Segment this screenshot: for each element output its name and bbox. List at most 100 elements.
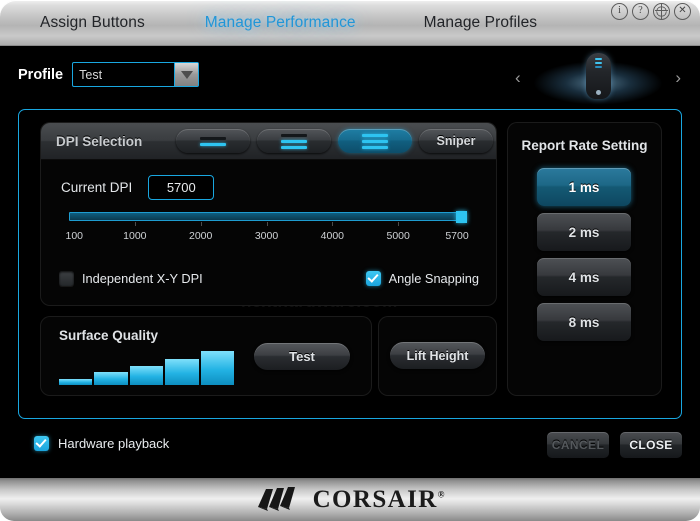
corsair-name: CORSAIR [312,485,438,513]
dpi-slider-tick-label: 3000 [254,230,279,242]
dpi-bar-inactive [281,133,307,137]
hardware-playback-checkbox[interactable] [34,436,49,451]
surface-quality-bar [94,372,128,385]
dpi-slider-tick-label: 2000 [188,230,213,242]
dpi-bar-inactive [200,136,226,140]
angle-snapping-checkbox-row[interactable]: Angle Snapping [365,271,479,286]
dpi-slider-ticks [69,222,464,230]
tab-list: Assign Buttons Manage Performance Manage… [40,0,564,44]
dpi-slider-tick-label: 5700 [445,230,469,242]
profile-label: Profile [18,66,64,83]
report-rate-title: Report Rate Setting [521,138,648,153]
surface-quality-title: Surface Quality [59,328,159,343]
corsair-wordmark: CORSAIR® [313,486,445,514]
tab-assign-buttons[interactable]: Assign Buttons [40,14,171,32]
dpi-bar-active [362,133,388,137]
bottom-action-row: Hardware playback CANCEL CLOSE [0,429,700,469]
dpi-bar-active [281,139,307,143]
surface-quality-bar [59,378,93,385]
close-icon-glyph: ✕ [678,5,687,16]
independent-xy-dpi-checkbox-row[interactable]: Independent X-Y DPI [59,271,203,286]
close-icon[interactable]: ✕ [674,3,691,20]
angle-snapping-label: Angle Snapping [388,271,479,286]
surface-quality-bar [129,365,164,385]
device-navigator: ‹ › [505,53,690,105]
current-dpi-row: Current DPI 5700 [61,175,215,200]
mouse-product-image [533,53,663,105]
dpi-stage-3-button[interactable] [338,129,412,153]
title-tab-bar: Assign Buttons Manage Performance Manage… [0,0,700,46]
dpi-bar-active [281,145,307,149]
tab-manage-performance[interactable]: Manage Performance [182,0,413,44]
dpi-slider[interactable]: 100 1000 2000 3000 4000 5000 5700 [65,211,469,244]
window-controls: i ? ✕ [611,3,691,20]
report-rate-options: 1 ms 2 ms 4 ms 8 ms [537,168,631,341]
hardware-playback-label: Hardware playback [58,436,170,451]
dpi-options-row: Independent X-Y DPI Angle Snapping [59,271,479,286]
independent-xy-dpi-label: Independent X-Y DPI [82,271,203,286]
prev-device-arrow[interactable]: ‹ [515,68,521,88]
dpi-slider-labels: 100 1000 2000 3000 4000 5000 5700 [65,230,468,244]
dpi-slider-tick-label: 5000 [386,230,410,242]
next-device-arrow[interactable]: › [675,68,681,88]
brand-footer: CORSAIR® [0,478,700,521]
info-icon[interactable]: i [611,3,628,20]
surface-quality-test-button[interactable]: Test [254,343,350,370]
dpi-panel-header: DPI Selection Sniper [41,123,496,160]
dpi-slider-tick [332,222,334,226]
dpi-stage-1-button[interactable] [176,129,250,153]
corsair-logo: CORSAIR® [256,485,445,515]
dpi-panel: DPI Selection Sniper Current DPI 5700 10… [41,123,496,305]
dpi-stage-2-button[interactable] [257,129,331,153]
chevron-down-icon[interactable] [174,63,199,86]
surface-quality-bar [165,359,199,385]
dpi-stage-buttons: Sniper [176,129,493,153]
dpi-slider-tick [134,222,136,226]
current-dpi-input[interactable]: 5700 [148,175,215,200]
surface-quality-meter [59,349,235,385]
current-dpi-label: Current DPI [61,180,133,195]
dpi-slider-tick-label: 100 [65,230,84,242]
independent-xy-dpi-checkbox[interactable] [59,271,74,286]
dpi-slider-fill [70,213,463,220]
lift-height-button[interactable]: Lift Height [390,342,485,369]
cancel-button[interactable]: CANCEL [547,432,609,458]
tab-manage-profiles[interactable]: Manage Profiles [424,14,564,32]
globe-icon[interactable] [653,3,670,20]
performance-content-panel: nexthardware.com DPI Selection [18,109,682,419]
dpi-selection-title: DPI Selection [56,133,143,149]
help-icon-glyph: ? [638,5,643,16]
corsair-utility-window: Assign Buttons Manage Performance Manage… [0,0,700,521]
dpi-slider-tick [266,222,268,226]
hardware-playback-row[interactable]: Hardware playback [34,436,169,451]
report-rate-1ms-button[interactable]: 1 ms [537,168,631,206]
dpi-slider-track[interactable] [69,211,467,223]
info-icon-glyph: i [618,5,621,16]
dpi-bar-active [362,145,388,149]
report-rate-8ms-button[interactable]: 8 ms [537,303,631,341]
dialog-buttons: CANCEL CLOSE [547,432,682,458]
profile-dropdown[interactable]: Test [72,62,200,87]
surface-quality-bar [200,350,235,385]
report-rate-2ms-button[interactable]: 2 ms [537,213,631,251]
profile-value: Test [79,67,103,82]
help-icon[interactable]: ? [632,3,649,20]
dpi-bar-active [200,142,226,146]
report-rate-panel: Report Rate Setting 1 ms 2 ms 4 ms 8 ms [508,123,661,395]
surface-quality-panel: Surface Quality Test [41,317,371,395]
close-button[interactable]: CLOSE [620,432,682,458]
dpi-slider-tick-label: 4000 [320,230,345,242]
report-rate-4ms-button[interactable]: 4 ms [537,258,631,296]
angle-snapping-checkbox[interactable] [365,271,381,286]
dpi-slider-tick [200,222,202,226]
registered-mark: ® [437,489,445,500]
dpi-slider-tick-label: 1000 [123,230,147,242]
dpi-slider-tick [398,222,400,226]
profile-row: Profile Test [18,62,200,87]
corsair-sails-icon [257,486,295,511]
application-body: Profile Test ‹ › nexthardware.com DPI Se… [0,46,700,478]
dpi-sniper-button[interactable]: Sniper [419,129,493,153]
lift-height-panel: Lift Height [379,317,496,395]
dpi-bar-active [362,139,388,143]
mouse-icon [586,53,611,99]
